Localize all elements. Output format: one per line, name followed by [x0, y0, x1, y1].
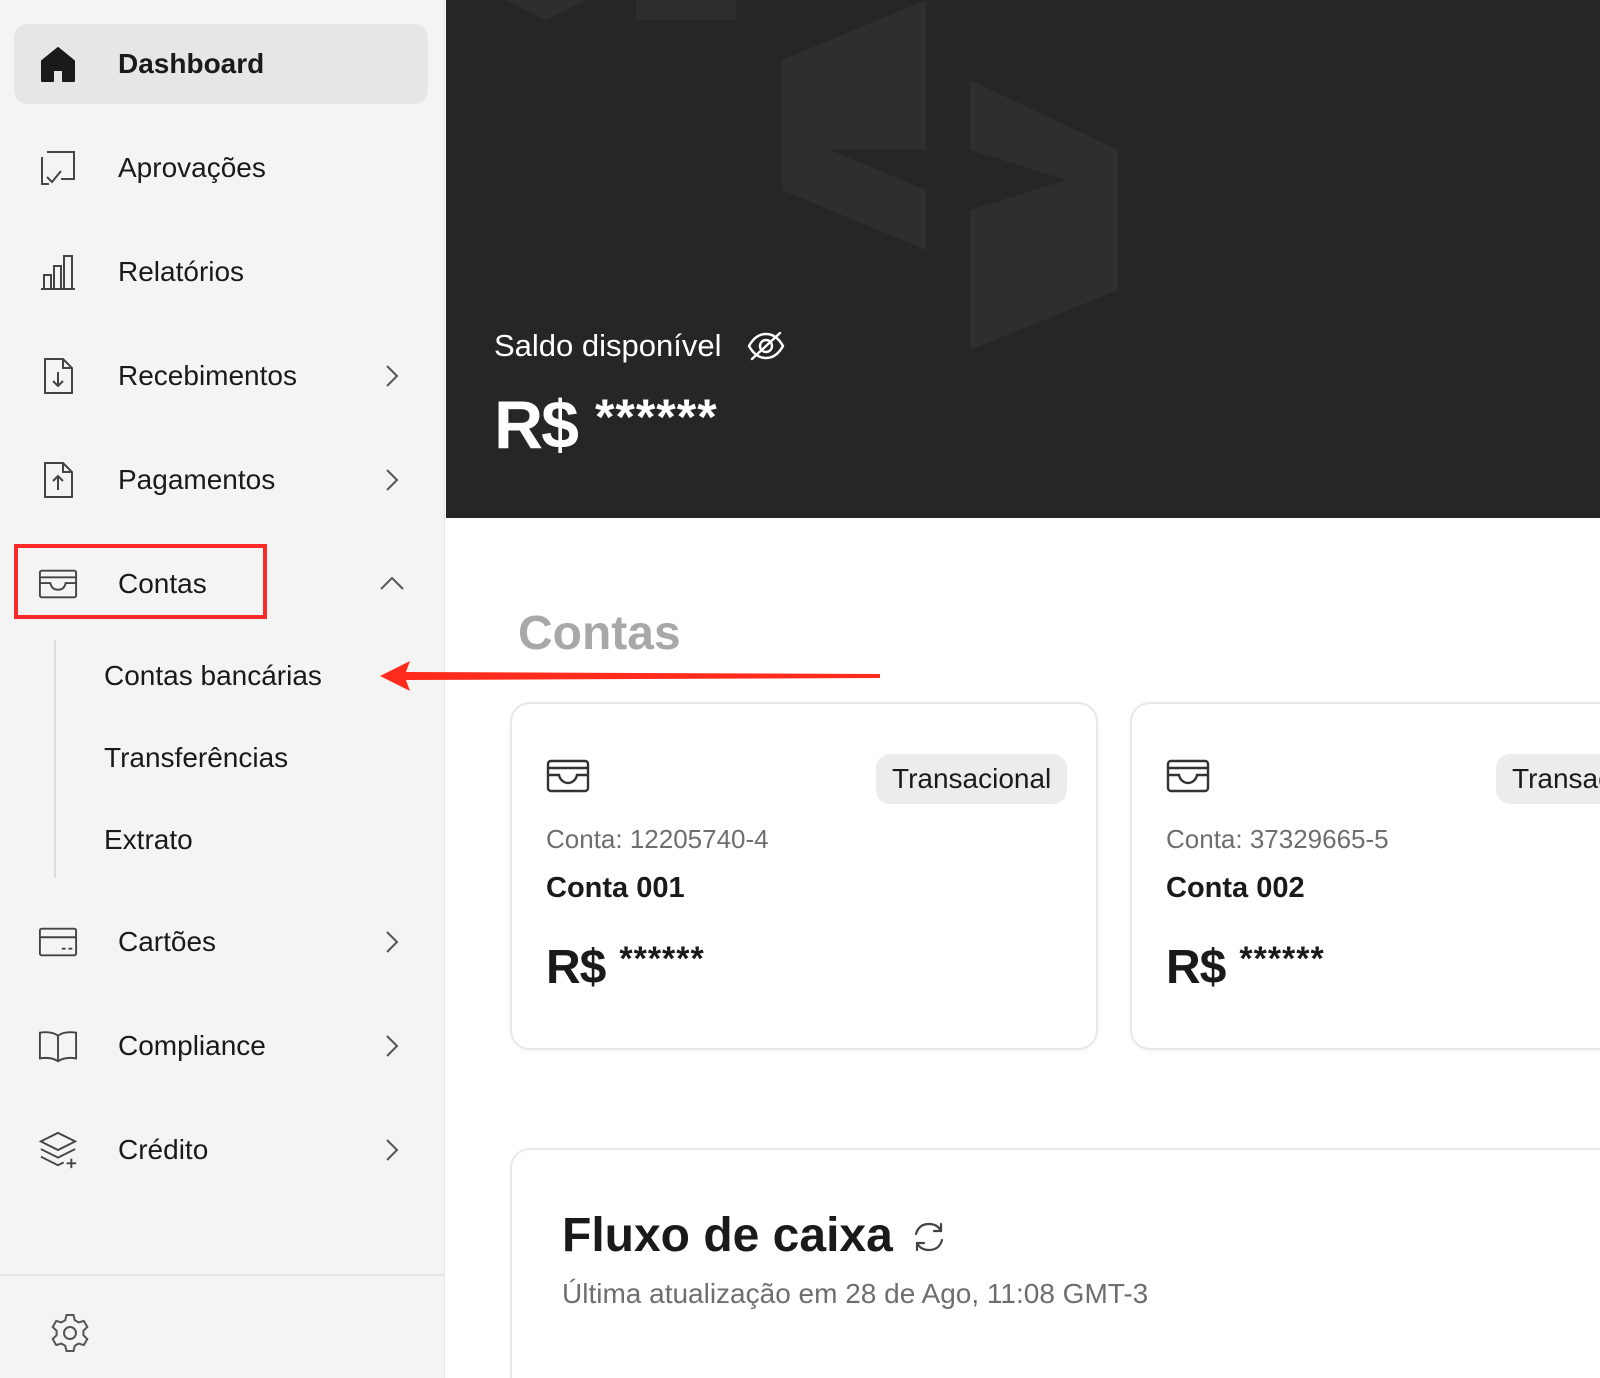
sidebar-item-recebimentos[interactable]: Recebimentos [14, 336, 428, 416]
account-balance: R$ ****** [546, 940, 705, 995]
sidebar: Dashboard Aprovações Relatórios Recebime… [0, 0, 445, 1378]
submenu-item-contas-bancarias[interactable]: Contas bancárias [104, 660, 322, 692]
refresh-icon[interactable] [910, 1218, 948, 1256]
account-balance: R$ ****** [1166, 940, 1325, 995]
chevron-right-icon [386, 931, 399, 953]
section-title-contas: Contas [518, 607, 681, 660]
account-masked-balance: ****** [1239, 940, 1325, 978]
balance-hero: Saldo disponível R$ ****** [446, 0, 1600, 518]
submenu-item-extrato[interactable]: Extrato [104, 824, 193, 856]
sidebar-item-label: Relatórios [118, 256, 245, 287]
account-card[interactable]: Transacional Conta: 37329665-5 Conta 002… [1130, 702, 1600, 1050]
sidebar-item-aprovacoes[interactable]: Aprovações [14, 128, 428, 208]
sidebar-item-contas[interactable]: Contas [14, 544, 428, 624]
chevron-right-icon [386, 365, 399, 387]
sidebar-item-label: Pagamentos [118, 464, 276, 495]
account-number: Conta: 12205740-4 [546, 824, 769, 854]
approval-icon [38, 148, 78, 188]
sidebar-item-dashboard[interactable]: Dashboard [14, 24, 428, 104]
cashflow-title: Fluxo de caixa [562, 1209, 893, 1262]
bar-chart-icon [38, 252, 78, 292]
account-currency: R$ [546, 941, 606, 994]
sidebar-item-label: Crédito [118, 1134, 209, 1165]
sidebar-item-label: Contas [118, 568, 207, 599]
sidebar-item-relatorios[interactable]: Relatórios [14, 232, 428, 312]
sidebar-footer [0, 1274, 445, 1378]
home-icon [38, 44, 78, 84]
sidebar-item-label: Compliance [118, 1030, 266, 1061]
balance-value: R$ ****** [494, 386, 718, 464]
eye-off-icon[interactable] [746, 328, 786, 364]
account-type-badge: Transacional [1496, 754, 1600, 804]
wallet-icon [1166, 759, 1210, 793]
sidebar-item-label: Dashboard [118, 48, 265, 79]
account-name: Conta 001 [546, 872, 685, 904]
chevron-right-icon [386, 1139, 399, 1161]
submenu-guide-line [54, 640, 56, 878]
account-currency: R$ [1166, 941, 1226, 994]
gear-icon[interactable] [48, 1312, 92, 1356]
file-download-icon [38, 356, 78, 396]
chevron-right-icon [386, 469, 399, 491]
book-icon [38, 1026, 78, 1066]
cashflow-card: Fluxo de caixa Última atualização em 28 … [510, 1148, 1600, 1378]
chevron-up-icon [380, 576, 404, 590]
chevron-right-icon [386, 1035, 399, 1057]
wallet-icon [38, 564, 78, 604]
balance-currency: R$ [494, 387, 579, 463]
balance-masked: ****** [594, 389, 718, 445]
cashflow-last-updated: Última atualização em 28 de Ago, 11:08 G… [562, 1278, 1149, 1309]
account-masked-balance: ****** [619, 940, 705, 978]
sidebar-item-cartoes[interactable]: Cartões [14, 902, 428, 982]
wallet-icon [546, 759, 590, 793]
account-name: Conta 002 [1166, 872, 1305, 904]
account-card[interactable]: Transacional Conta: 12205740-4 Conta 001… [510, 702, 1098, 1050]
account-type-badge: Transacional [876, 754, 1068, 804]
sidebar-item-label: Cartões [118, 926, 217, 957]
sidebar-item-compliance[interactable]: Compliance [14, 1006, 428, 1086]
sidebar-item-credito[interactable]: Crédito [14, 1110, 428, 1190]
sidebar-item-label: Recebimentos [118, 360, 297, 391]
submenu-item-transferencias[interactable]: Transferências [104, 742, 288, 774]
sidebar-item-pagamentos[interactable]: Pagamentos [14, 440, 428, 520]
credit-card-icon [38, 922, 78, 962]
file-upload-icon [38, 460, 78, 500]
sidebar-item-label: Aprovações [118, 152, 266, 183]
layers-plus-icon [38, 1130, 78, 1170]
app-root: Dashboard Aprovações Relatórios Recebime… [0, 0, 1600, 1378]
annotation-arrow-icon [380, 661, 880, 691]
account-number: Conta: 37329665-5 [1166, 824, 1389, 854]
balance-label: Saldo disponível [494, 328, 722, 363]
